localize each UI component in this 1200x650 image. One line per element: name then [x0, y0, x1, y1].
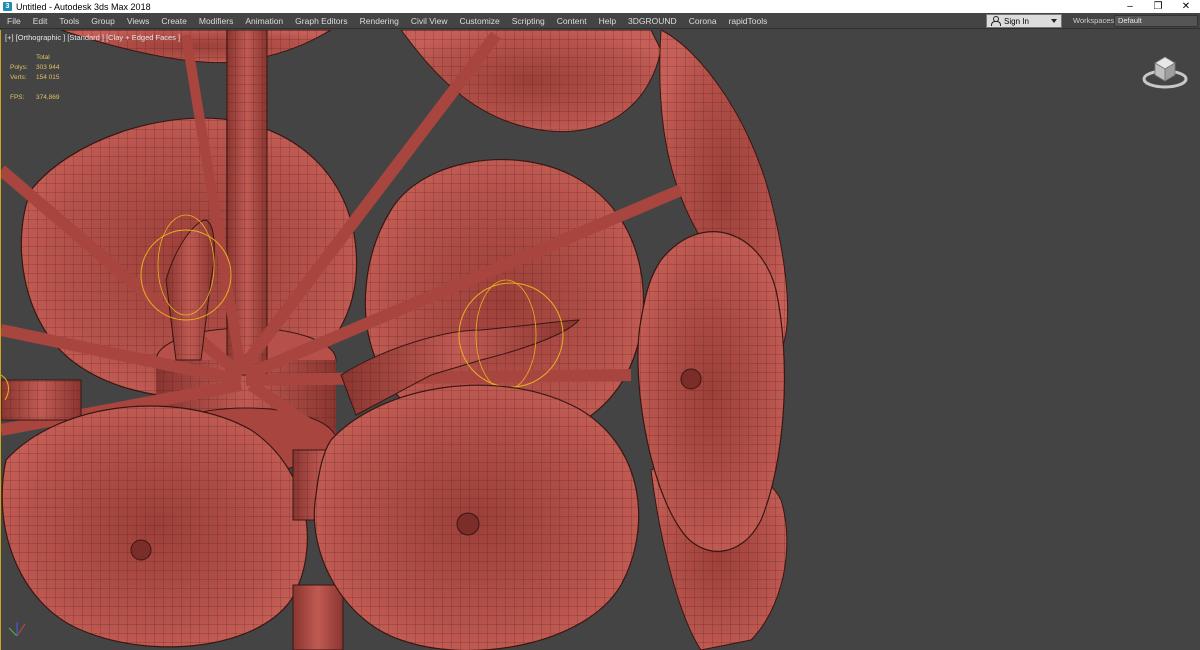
menu-group[interactable]: Group [85, 13, 121, 29]
window-title: Untitled - Autodesk 3ds Max 2018 [16, 1, 151, 12]
app-icon[interactable]: 3 [3, 2, 12, 11]
menu-views[interactable]: Views [121, 13, 156, 29]
menu-help[interactable]: Help [593, 13, 622, 29]
petal-front-left [1, 405, 308, 648]
stats-total-label: Total [36, 54, 50, 61]
perspective-viewport[interactable]: [+] [Orthographic ] [Standard ] [Clay + … [0, 30, 1200, 650]
menu-scripting[interactable]: Scripting [506, 13, 551, 29]
menu-rendering[interactable]: Rendering [354, 13, 405, 29]
tube-left [1, 379, 82, 421]
workspaces-select[interactable]: Default [1114, 15, 1198, 27]
menu-create[interactable]: Create [155, 13, 193, 29]
user-icon [990, 16, 1001, 26]
menu-animation[interactable]: Animation [239, 13, 289, 29]
title-bar: 3 Untitled - Autodesk 3ds Max 2018 – ❐ ✕ [0, 0, 1200, 13]
menu-tools[interactable]: Tools [53, 13, 85, 29]
close-button[interactable]: ✕ [1172, 0, 1200, 13]
menu-customize[interactable]: Customize [454, 13, 506, 29]
workspaces-label: Workspaces: [1073, 16, 1117, 25]
viewport-label[interactable]: [+] [Orthographic ] [Standard ] [Clay + … [5, 33, 180, 42]
menu-modifiers[interactable]: Modifiers [193, 13, 239, 29]
sign-in-label: Sign In [1004, 16, 1029, 26]
menu-graph-editors[interactable]: Graph Editors [289, 13, 353, 29]
polys-label: Polys: [10, 64, 28, 71]
fps-value: 374,869 [36, 94, 60, 101]
menu-rapidtools[interactable]: rapidTools [723, 13, 774, 29]
petal-front-center [313, 384, 640, 650]
menu-file[interactable]: File [0, 13, 27, 29]
menu-edit[interactable]: Edit [27, 13, 54, 29]
viewcube-icon[interactable] [1141, 49, 1189, 91]
viewport-statistics: Total Polys: 303 944 Verts: 154 015 FPS:… [10, 53, 60, 103]
menu-civil-view[interactable]: Civil View [405, 13, 454, 29]
stats-verts-row: Verts: 154 015 [10, 73, 60, 83]
menu-corona[interactable]: Corona [683, 13, 723, 29]
fps-label: FPS: [10, 94, 25, 101]
stats-fps-row: FPS: 374,869 [10, 93, 60, 103]
menu-bar: File Edit Tools Group Views Create Modif… [0, 13, 1200, 29]
minimize-button[interactable]: – [1116, 0, 1144, 13]
stats-polys-row: Polys: 303 944 [10, 63, 60, 73]
verts-label: Verts: [10, 74, 27, 81]
menu-3dground[interactable]: 3DGROUND [622, 13, 683, 29]
sign-in-dropdown[interactable]: Sign In [986, 14, 1062, 28]
menu-content[interactable]: Content [551, 13, 593, 29]
axis-tripod-icon [8, 622, 26, 637]
restore-button[interactable]: ❐ [1144, 0, 1172, 13]
verts-value: 154 015 [36, 74, 60, 81]
chevron-down-icon [1051, 19, 1057, 23]
scene-render [1, 30, 789, 650]
polys-value: 303 944 [36, 64, 60, 71]
